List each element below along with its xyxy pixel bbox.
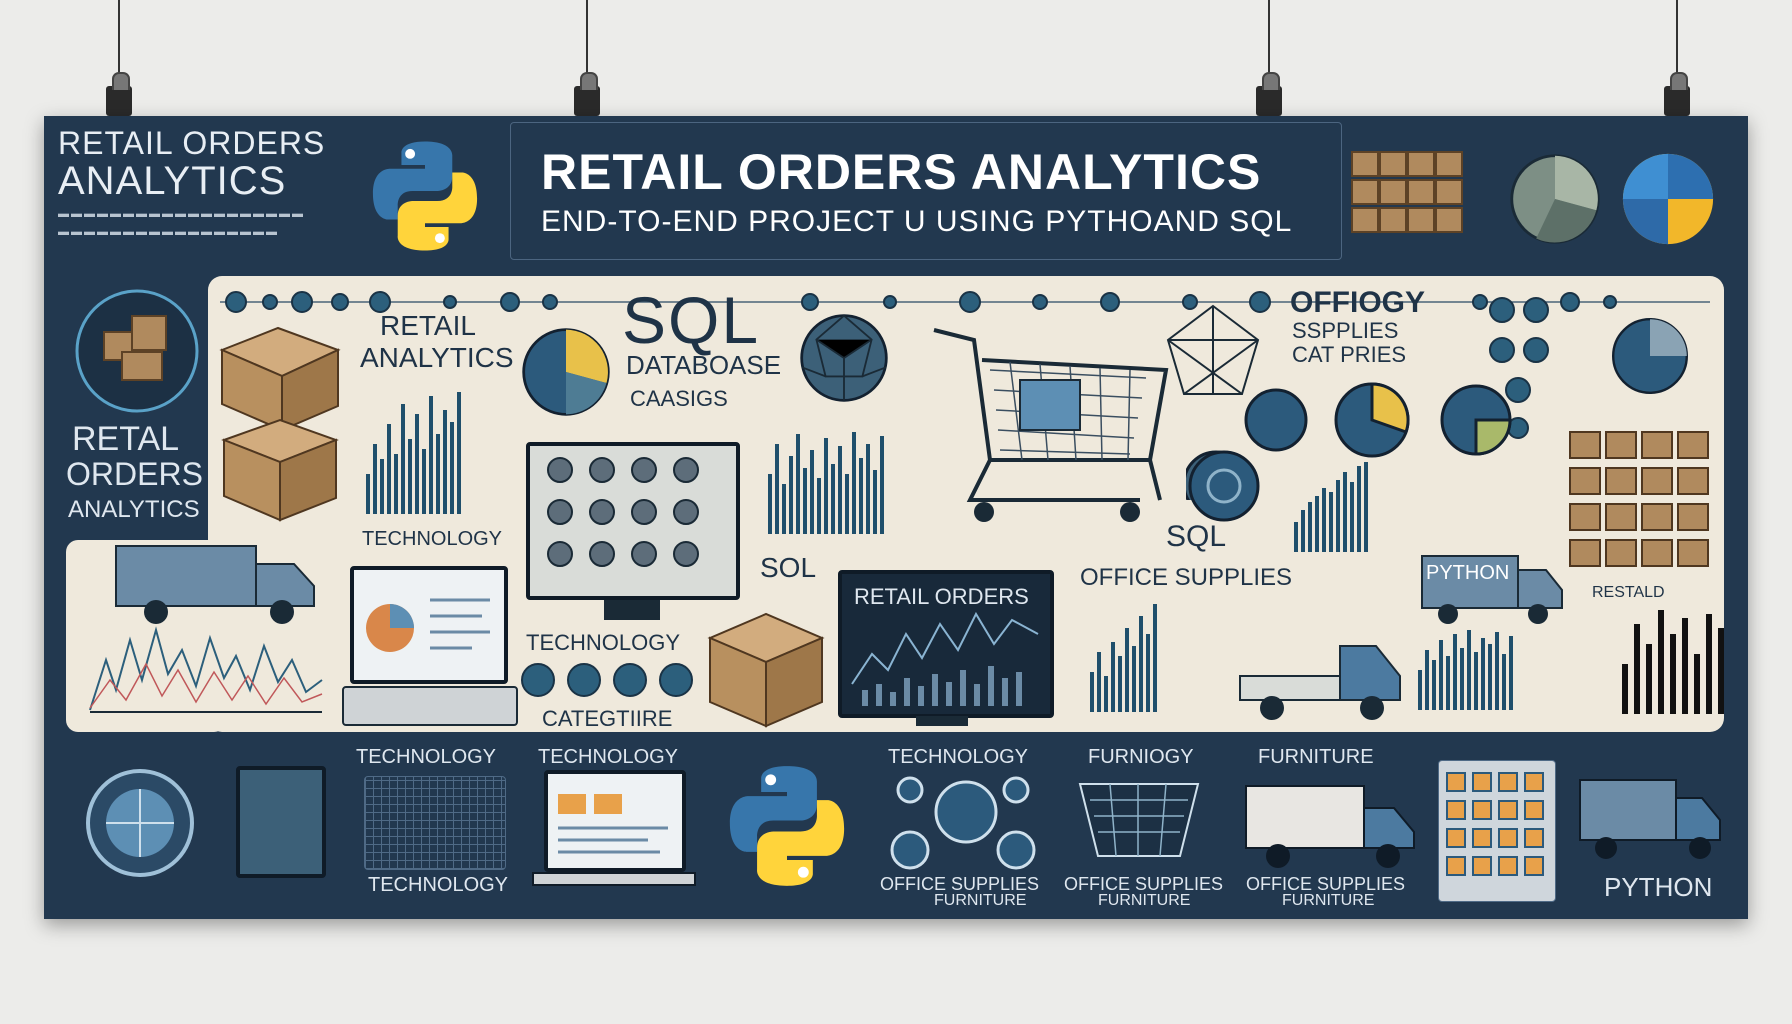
hanging-wire <box>586 0 588 76</box>
page-subtitle: END-TO-END PROJECT U USING PYTHOAND SQL <box>541 205 1293 238</box>
header-title-card: RETAIL ORDERS ANALYTICS END-TO-END PROJE… <box>510 122 1342 260</box>
tablet-icon <box>236 766 326 878</box>
technology-label: TECHNOLOGY <box>362 528 503 550</box>
line-chart-icon <box>89 626 323 713</box>
restald-label: RESTALD <box>1592 584 1665 601</box>
hanging-wire <box>1676 0 1678 76</box>
sql-right-label: SQL <box>1166 520 1227 553</box>
office-supplies-label: OFFICE SUPPLIES <box>1080 564 1293 591</box>
tile-grid-card <box>1438 760 1556 902</box>
binder-clip-icon <box>574 72 600 116</box>
python-logo-icon <box>729 766 845 886</box>
hanging-wire <box>118 0 120 76</box>
monitor-stand <box>604 600 660 620</box>
pie-chart-icon <box>1510 154 1600 244</box>
header-left-title: RETAIL ORDERS ANALYTICS ▬▬▬▬▬▬▬▬▬▬▬▬▬▬▬▬… <box>58 126 358 246</box>
bottom-furniture-2: FURNITURE <box>934 892 1027 909</box>
cardboard-box-icon <box>219 326 341 522</box>
retail-orders-monitor: RETAIL ORDERS <box>838 570 1054 718</box>
categtiire-label: CATEGTIIRE <box>542 706 673 731</box>
delivery-truck-icon <box>1245 785 1415 868</box>
bottom-laptop-keyboard <box>532 872 696 886</box>
pie-chart-icon <box>1622 153 1714 245</box>
grid-chart-card <box>364 776 506 870</box>
pickup-truck-icon <box>1239 645 1401 720</box>
bar-chart-bottom-2 <box>1418 630 1513 710</box>
sql-title: SQL <box>622 283 761 357</box>
polyhedron-icon <box>800 314 888 402</box>
hanging-wire <box>1268 0 1270 76</box>
bottom-technology-2: TECHNOLOGY <box>368 874 509 896</box>
side-title-line3: ANALYTICS <box>68 496 200 523</box>
basket-icon <box>1078 783 1200 857</box>
analytics-label: ANALYTICS <box>360 342 514 373</box>
side-title-line1: RETAL <box>72 420 180 458</box>
technology-label-2: TECHNOLOGY <box>526 630 681 655</box>
shopping-cart-icon <box>933 328 1169 522</box>
retail-label: RETAIL <box>380 310 476 341</box>
bar-chart-bottom-3 <box>1622 608 1724 714</box>
bar-chart-right <box>1294 460 1368 552</box>
python-truck-label: PYTHON <box>1426 562 1510 584</box>
bar-chart-small <box>366 390 461 514</box>
database-label: DATABOASE <box>626 350 782 380</box>
stacked-boxes-icon <box>1569 431 1709 567</box>
binder-clip-icon <box>106 72 132 116</box>
delivery-truck-icon <box>115 545 315 624</box>
globe-icon <box>86 769 194 877</box>
binder-clip-icon <box>1664 72 1690 116</box>
delivery-truck-icon <box>1579 779 1721 859</box>
circle-boxes-icon <box>75 289 199 413</box>
page-title: RETAIL ORDERS ANALYTICS <box>541 144 1262 200</box>
bar-chart-middle <box>768 430 884 534</box>
laptop-keyboard <box>342 686 518 726</box>
bottom-furniture-1: FURNITURE <box>1258 746 1374 768</box>
bottom-technology-1: TECHNOLOGY <box>356 746 497 768</box>
side-title-line2: ORDERS <box>66 456 203 492</box>
monitor-icon-grid <box>526 442 740 600</box>
bar-chart-bottom-1 <box>1090 600 1157 712</box>
cassigs-label: CAASIGS <box>630 386 728 411</box>
pie-chart-icon <box>522 328 610 416</box>
gear-badge-icon <box>1188 450 1260 522</box>
laptop-screen <box>350 566 508 684</box>
stacked-boxes-icon <box>1351 151 1463 233</box>
header-left-scribble: ▬▬▬▬▬▬▬▬▬▬▬▬▬▬▬▬▬ <box>58 226 279 238</box>
header-left-line1: RETAIL ORDERS <box>58 125 326 161</box>
bottom-python-label: PYTHON <box>1604 872 1713 902</box>
bottom-furniogy: FURNIOGY <box>1088 746 1194 768</box>
bottom-technology-3: TECHNOLOGY <box>538 746 679 768</box>
offiogy-label: OFFIOGY <box>1290 286 1425 319</box>
pie-chart-icon <box>1612 318 1688 394</box>
supplies-label: SSPPLIES <box>1292 318 1399 343</box>
icon-row <box>521 663 693 697</box>
binder-clip-icon <box>1256 72 1282 116</box>
header-left-line2: ANALYTICS <box>58 159 287 203</box>
bottom-furniture-4: FURNITURE <box>1282 892 1375 909</box>
bottom-technology-4: TECHNOLOGY <box>888 746 1029 768</box>
bottom-furniture-3: FURNITURE <box>1098 892 1191 909</box>
python-logo-icon <box>372 141 478 251</box>
header-left-scribble: ▬▬▬▬▬▬▬▬▬▬▬▬▬▬▬▬▬▬▬ <box>58 208 305 220</box>
gears-icon <box>890 776 1036 870</box>
catpries-label: CAT PRIES <box>1292 342 1407 367</box>
monitor-stand <box>916 716 968 726</box>
cardboard-box-icon <box>707 612 825 728</box>
bottom-laptop-screen <box>544 770 686 872</box>
sol-label: SOL <box>760 552 817 583</box>
